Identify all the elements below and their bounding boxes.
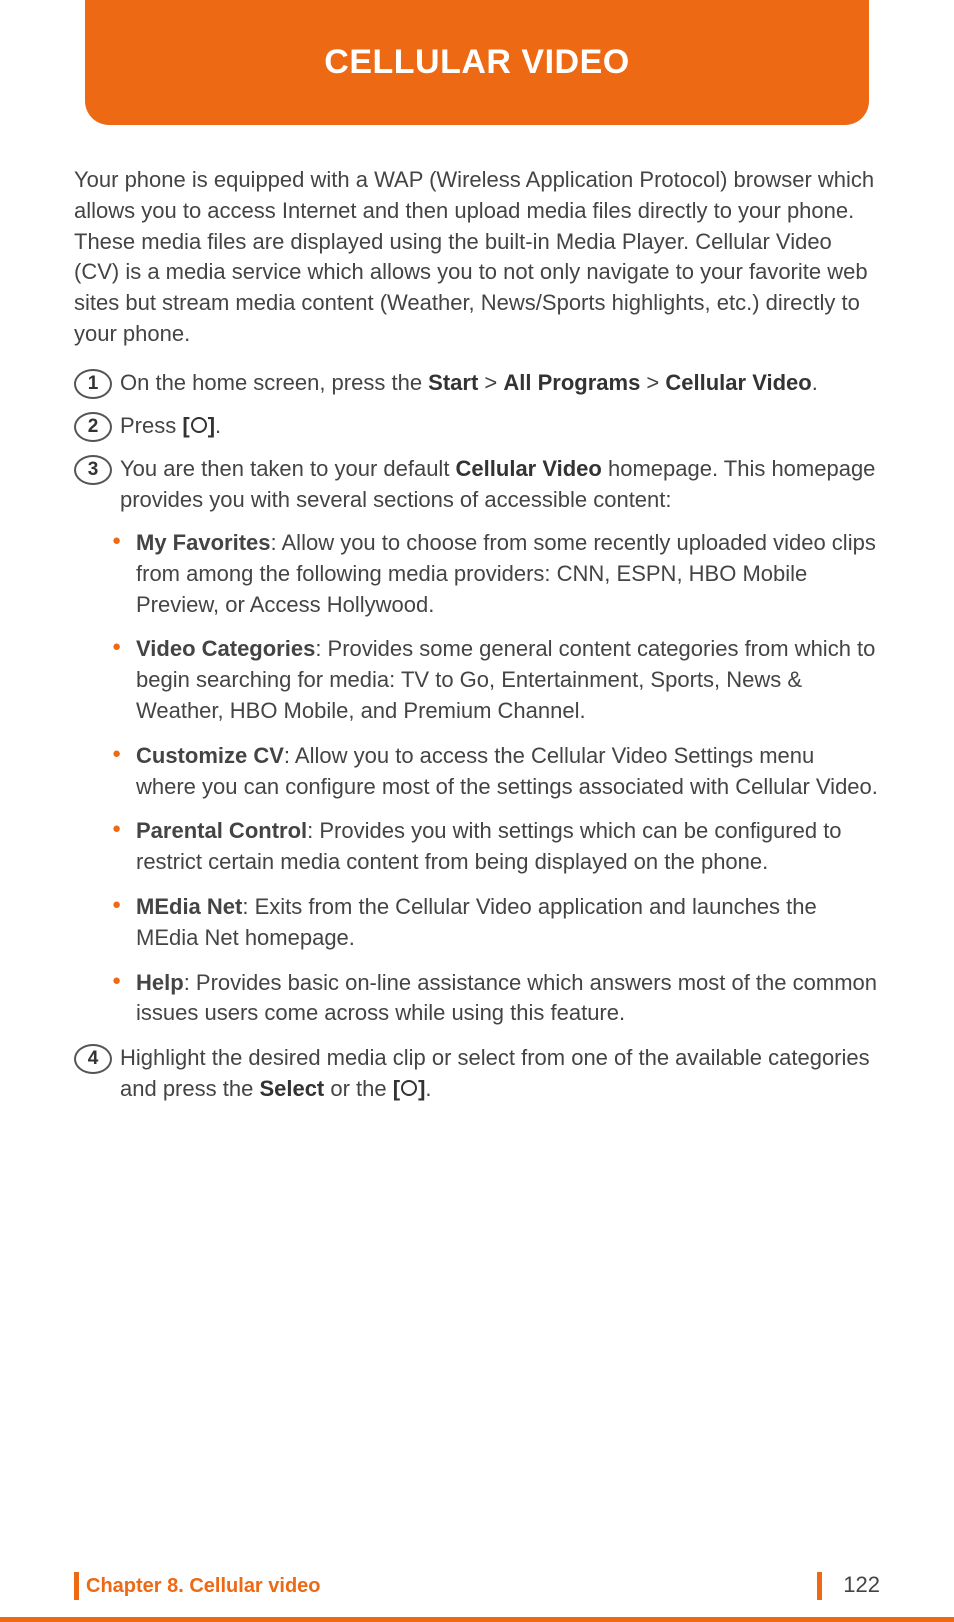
step-marker: 1 — [74, 369, 112, 399]
list-item: My Favorites: Allow you to choose from s… — [112, 528, 880, 620]
bold: Parental Control — [136, 818, 307, 843]
text: > — [478, 370, 503, 395]
text: Press — [120, 413, 182, 438]
bold: Select — [259, 1076, 324, 1101]
bold: [ — [393, 1076, 400, 1101]
step-3: 3 You are then taken to your default Cel… — [74, 454, 880, 516]
footer-accent-bar — [817, 1572, 822, 1600]
step-marker: 2 — [74, 412, 112, 442]
list-item: Parental Control: Provides you with sett… — [112, 816, 880, 878]
ok-button-icon — [190, 412, 208, 443]
bold: Cellular Video — [456, 456, 602, 481]
list-item: MEdia Net: Exits from the Cellular Video… — [112, 892, 880, 954]
page-number: 122 — [843, 1572, 880, 1598]
text: . — [425, 1076, 431, 1101]
step-body: Press []. — [120, 411, 880, 443]
page-title: CELLULAR VIDEO — [324, 43, 629, 82]
bold: My Favorites — [136, 530, 271, 555]
step-body: Highlight the desired media clip or sele… — [120, 1043, 880, 1105]
text: . — [812, 370, 818, 395]
bold: Video Categories — [136, 636, 315, 661]
step-1: 1 On the home screen, press the Start > … — [74, 368, 880, 399]
footer-accent-bar — [74, 1572, 79, 1600]
header-tab: CELLULAR VIDEO — [85, 0, 869, 125]
footer-rule — [0, 1617, 954, 1622]
step-body: On the home screen, press the Start > Al… — [120, 368, 880, 399]
text: > — [640, 370, 665, 395]
bullet-list: My Favorites: Allow you to choose from s… — [112, 528, 880, 1029]
bold: Cellular Video — [665, 370, 811, 395]
step-marker: 3 — [74, 455, 112, 485]
step-2: 2 Press []. — [74, 411, 880, 443]
chapter-label: Chapter 8. Cellular video — [86, 1575, 321, 1598]
step-marker: 4 — [74, 1044, 112, 1074]
ok-button-icon — [400, 1075, 418, 1106]
list-item: Customize CV: Allow you to access the Ce… — [112, 741, 880, 803]
text: Highlight the desired media clip or sele… — [120, 1045, 870, 1101]
footer: Chapter 8. Cellular video 122 — [0, 1558, 954, 1622]
bold: MEdia Net — [136, 894, 242, 919]
text: . — [215, 413, 221, 438]
list-item: Video Categories: Provides some general … — [112, 634, 880, 726]
bold: Customize CV — [136, 743, 284, 768]
text: : Provides basic on-line assistance whic… — [136, 970, 877, 1026]
list-item: Help: Provides basic on-line assistance … — [112, 968, 880, 1030]
bold: All Programs — [503, 370, 640, 395]
intro-paragraph: Your phone is equipped with a WAP (Wirel… — [74, 165, 880, 350]
bold: Start — [428, 370, 478, 395]
text: On the home screen, press the — [120, 370, 428, 395]
step-body: You are then taken to your default Cellu… — [120, 454, 880, 516]
bold: ] — [208, 413, 215, 438]
step-4: 4 Highlight the desired media clip or se… — [74, 1043, 880, 1105]
bold: [ — [182, 413, 189, 438]
bold: Help — [136, 970, 184, 995]
content-area: Your phone is equipped with a WAP (Wirel… — [74, 165, 880, 1117]
text: or the — [324, 1076, 392, 1101]
text: You are then taken to your default — [120, 456, 456, 481]
